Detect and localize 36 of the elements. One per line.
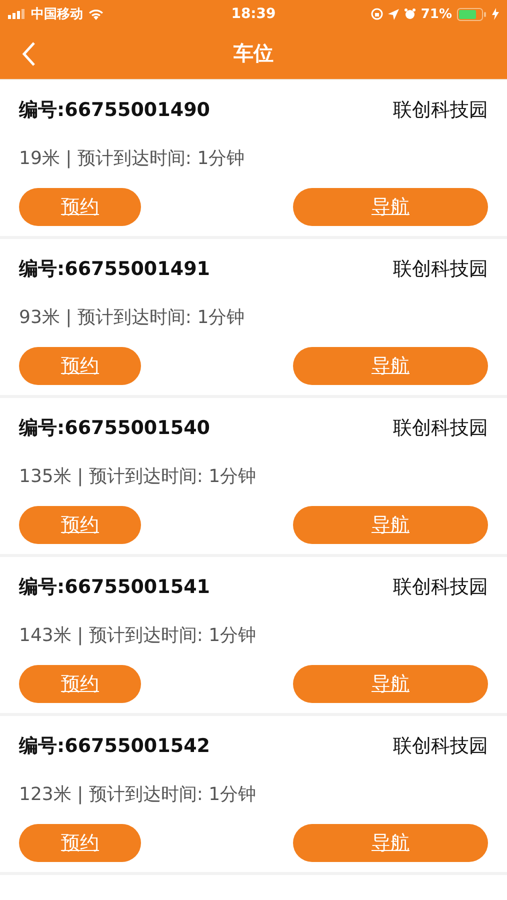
spot-number: 编号:66755001491 (19, 257, 210, 282)
spot-number: 编号:66755001540 (19, 416, 210, 441)
signal-icon (8, 9, 26, 19)
navigate-button[interactable]: 导航 (293, 824, 488, 862)
navigate-button[interactable]: 导航 (293, 188, 488, 226)
reserve-button[interactable]: 预约 (19, 824, 141, 862)
reserve-button[interactable]: 预约 (19, 506, 141, 544)
wifi-icon (88, 8, 104, 20)
alarm-icon (404, 8, 416, 20)
spot-number: 编号:66755001542 (19, 734, 210, 759)
distance-eta: 135米 | 预计到达时间: 1分钟 (19, 465, 258, 489)
charging-bolt-icon (492, 8, 499, 20)
location-name: 联创科技园 (393, 575, 488, 600)
location-name: 联创科技园 (393, 416, 488, 441)
navigate-button[interactable]: 导航 (293, 506, 488, 544)
status-time: 18:39 (231, 6, 276, 22)
navigate-button[interactable]: 导航 (293, 665, 488, 703)
reserve-button[interactable]: 预约 (19, 188, 141, 226)
distance-eta: 19米 | 预计到达时间: 1分钟 (19, 147, 246, 171)
page-title: 车位 (234, 40, 274, 67)
distance-eta: 143米 | 预计到达时间: 1分钟 (19, 624, 258, 648)
spot-number: 编号:66755001490 (19, 98, 210, 123)
navigate-button[interactable]: 导航 (293, 347, 488, 385)
battery-icon (456, 8, 487, 20)
battery-percent: 71% (420, 6, 452, 22)
location-arrow-icon (388, 8, 399, 20)
location-name: 联创科技园 (393, 734, 488, 759)
reserve-button[interactable]: 预约 (19, 347, 141, 385)
carrier-name: 中国移动 (31, 6, 83, 23)
spot-number: 编号:66755001541 (19, 575, 210, 600)
reserve-button[interactable]: 预约 (19, 665, 141, 703)
rotation-lock-icon (370, 8, 383, 20)
location-name: 联创科技园 (393, 257, 488, 282)
distance-eta: 93米 | 预计到达时间: 1分钟 (19, 306, 246, 330)
distance-eta: 123米 | 预计到达时间: 1分钟 (19, 783, 258, 807)
location-name: 联创科技园 (393, 98, 488, 123)
